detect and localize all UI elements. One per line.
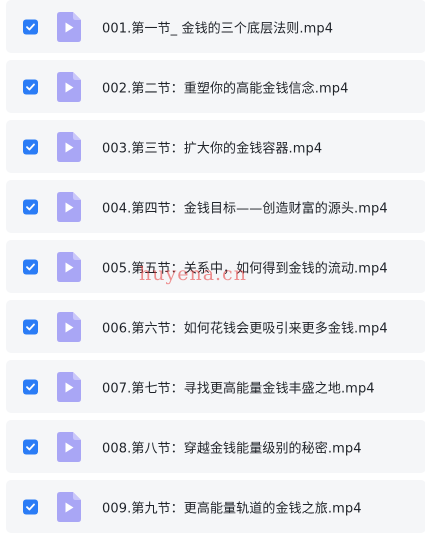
- video-file-icon: [57, 491, 81, 522]
- video-file-icon: [57, 431, 81, 462]
- list-item[interactable]: 005.第五节：关系中，如何得到金钱的流动.mp4: [6, 240, 425, 293]
- checkbox[interactable]: [23, 139, 38, 154]
- checkmark-icon: [26, 263, 35, 270]
- checkbox[interactable]: [23, 379, 38, 394]
- checkbox[interactable]: [23, 79, 38, 94]
- checkbox[interactable]: [23, 199, 38, 214]
- list-item[interactable]: 006.第六节：如何花钱会更吸引来更多金钱.mp4: [6, 300, 425, 353]
- file-name: 007.第七节：寻找更高能量金钱丰盛之地.mp4: [102, 381, 375, 396]
- checkbox[interactable]: [23, 439, 38, 454]
- list-item[interactable]: 003.第三节：扩大你的金钱容器.mp4: [6, 120, 425, 173]
- video-file-icon: [57, 191, 81, 222]
- checkmark-icon: [26, 23, 35, 30]
- file-name: 005.第五节：关系中，如何得到金钱的流动.mp4: [102, 261, 388, 276]
- checkbox[interactable]: [23, 499, 38, 514]
- checkmark-icon: [26, 203, 35, 210]
- file-list: 001.第一节_ 金钱的三个底层法则.mp4 002.第二节：重塑你的高能金钱信…: [0, 0, 425, 538]
- checkmark-icon: [26, 143, 35, 150]
- list-item[interactable]: 009.第九节：更高能量轨道的金钱之旅.mp4: [6, 480, 425, 533]
- file-name: 001.第一节_ 金钱的三个底层法则.mp4: [102, 21, 334, 36]
- file-name: 009.第九节：更高能量轨道的金钱之旅.mp4: [102, 501, 362, 516]
- checkmark-icon: [26, 83, 35, 90]
- checkbox[interactable]: [23, 259, 38, 274]
- file-name: 002.第二节：重塑你的高能金钱信念.mp4: [102, 81, 349, 96]
- video-file-icon: [57, 311, 81, 342]
- file-name: 003.第三节：扩大你的金钱容器.mp4: [102, 141, 323, 156]
- video-file-icon: [57, 71, 81, 102]
- video-file-icon: [57, 131, 81, 162]
- checkmark-icon: [26, 383, 35, 390]
- list-item[interactable]: 004.第四节：金钱目标——创造财富的源头.mp4: [6, 180, 425, 233]
- file-name: 004.第四节：金钱目标——创造财富的源头.mp4: [102, 201, 388, 216]
- video-file-icon: [57, 11, 81, 42]
- list-item[interactable]: 008.第八节：穿越金钱能量级别的秘密.mp4: [6, 420, 425, 473]
- list-item[interactable]: 007.第七节：寻找更高能量金钱丰盛之地.mp4: [6, 360, 425, 413]
- file-name: 006.第六节：如何花钱会更吸引来更多金钱.mp4: [102, 321, 388, 336]
- list-item[interactable]: 001.第一节_ 金钱的三个底层法则.mp4: [6, 0, 425, 53]
- checkmark-icon: [26, 323, 35, 330]
- video-file-icon: [57, 371, 81, 402]
- checkbox[interactable]: [23, 19, 38, 34]
- checkmark-icon: [26, 503, 35, 510]
- checkmark-icon: [26, 443, 35, 450]
- video-file-icon: [57, 251, 81, 282]
- list-item[interactable]: 002.第二节：重塑你的高能金钱信念.mp4: [6, 60, 425, 113]
- checkbox[interactable]: [23, 319, 38, 334]
- file-name: 008.第八节：穿越金钱能量级别的秘密.mp4: [102, 441, 362, 456]
